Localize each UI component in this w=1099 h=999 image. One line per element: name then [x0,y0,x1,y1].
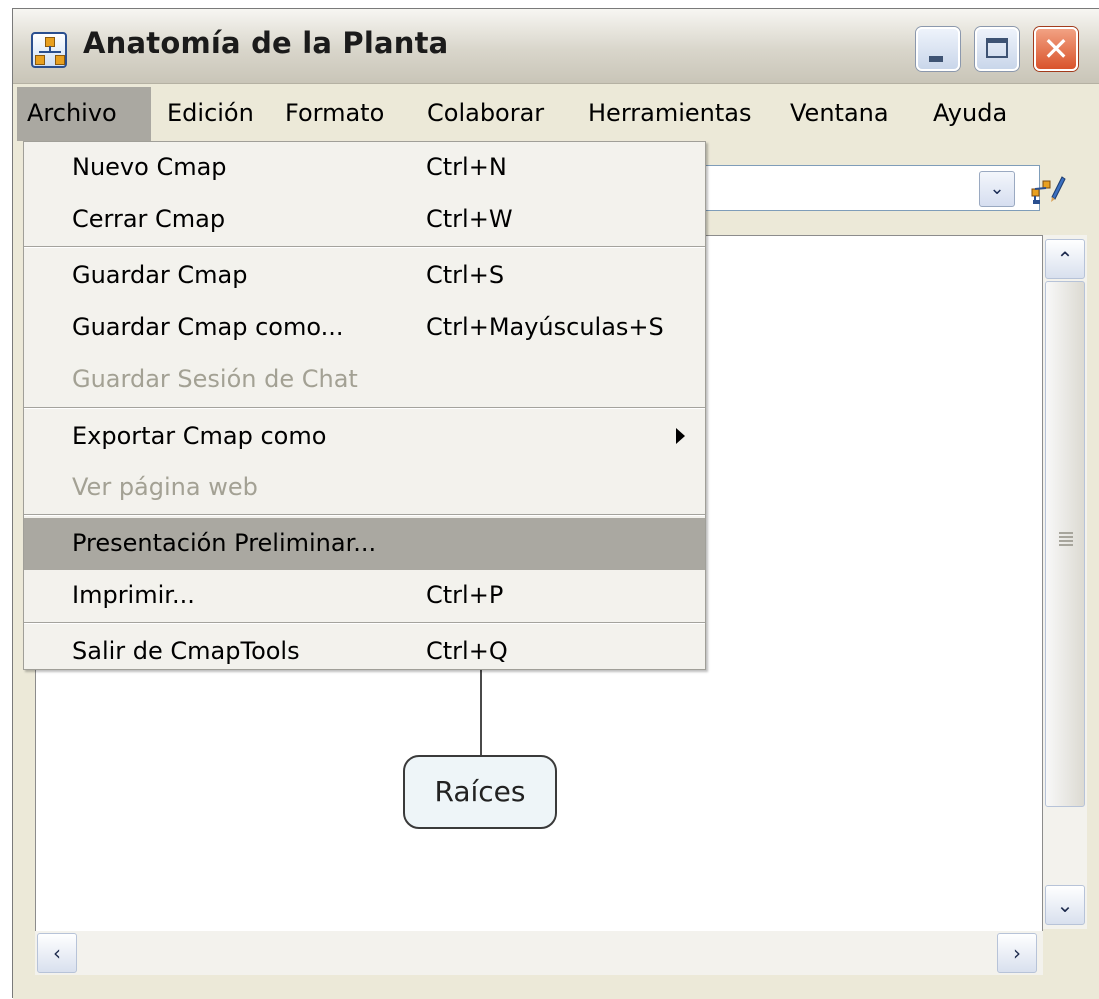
menuitem-guardar-cmap-como[interactable]: Guardar Cmap como... Ctrl+Mayúsculas+S [24,302,705,354]
menu-herramientas[interactable]: Herramientas [578,87,761,141]
grip-icon [1059,532,1073,546]
menuitem-label: Guardar Sesión de Chat [72,365,358,393]
menuitem-shortcut: Ctrl+S [426,261,505,289]
menuitem-shortcut: Ctrl+P [426,581,504,609]
menu-colaborar[interactable]: Colaborar [417,87,554,141]
vertical-scrollbar[interactable]: ⌃ ⌄ [1043,235,1087,929]
concept-node-raices[interactable]: Raíces [403,755,557,829]
menuitem-imprimir[interactable]: Imprimir... Ctrl+P [24,570,705,622]
edit-pencil-icon[interactable] [1030,167,1066,207]
menuitem-shortcut: Ctrl+Q [426,637,508,665]
chevron-down-icon[interactable]: ⌄ [979,171,1015,207]
menuitem-label: Salir de CmapTools [72,637,300,665]
maximize-icon [986,38,1008,58]
scroll-up-button[interactable]: ⌃ [1045,239,1085,279]
menuitem-salir[interactable]: Salir de CmapTools Ctrl+Q [24,626,705,678]
app-window: Anatomía de la Planta ✕ Archivo Edición … [12,8,1099,999]
title-bar[interactable]: Anatomía de la Planta ✕ [13,9,1099,84]
menuitem-label: Exportar Cmap como [72,422,327,450]
scroll-left-button[interactable]: ‹ [37,933,77,973]
menu-separator [24,407,705,409]
menuitem-guardar-cmap[interactable]: Guardar Cmap Ctrl+S [24,250,705,302]
menu-formato[interactable]: Formato [275,87,394,141]
menuitem-shortcut: Ctrl+N [426,153,507,181]
close-button[interactable]: ✕ [1034,27,1078,71]
menuitem-nuevo-cmap[interactable]: Nuevo Cmap Ctrl+N [24,142,705,194]
menu-ventana[interactable]: Ventana [780,87,899,141]
menu-ayuda[interactable]: Ayuda [923,87,1017,141]
menuitem-guardar-sesion-chat: Guardar Sesión de Chat [24,354,705,406]
menuitem-label: Imprimir... [72,581,195,609]
maximize-button[interactable] [975,27,1019,71]
scroll-down-button[interactable]: ⌄ [1045,885,1085,925]
menu-edicion[interactable]: Edición [157,87,264,141]
menuitem-label: Nuevo Cmap [72,153,227,181]
menuitem-cerrar-cmap[interactable]: Cerrar Cmap Ctrl+W [24,194,705,246]
submenu-arrow-icon [676,428,685,444]
menu-archivo[interactable]: Archivo [17,87,151,141]
window-title: Anatomía de la Planta [83,26,449,60]
menuitem-label: Cerrar Cmap [72,205,226,233]
minimize-icon [929,56,943,62]
menuitem-shortcut: Ctrl+W [426,205,513,233]
menuitem-exportar-cmap-como[interactable]: Exportar Cmap como [24,411,705,463]
menu-separator [24,514,705,516]
menuitem-shortcut: Ctrl+Mayúsculas+S [426,313,664,341]
menu-separator [24,622,705,624]
concept-map-icon[interactable] [31,32,67,68]
scroll-right-button[interactable]: › [997,933,1037,973]
menuitem-ver-pagina-web: Ver página web [24,462,705,514]
menuitem-presentacion-preliminar[interactable]: Presentación Preliminar... [24,518,705,570]
menuitem-label: Presentación Preliminar... [72,529,377,557]
minimize-button[interactable] [916,27,960,71]
vertical-scroll-thumb[interactable] [1045,281,1085,807]
archivo-dropdown-menu: Nuevo Cmap Ctrl+N Cerrar Cmap Ctrl+W Gua… [23,141,706,670]
menuitem-label: Ver página web [72,473,258,501]
close-icon: ✕ [1042,30,1070,68]
menuitem-label: Guardar Cmap como... [72,313,344,341]
menu-separator [24,246,705,248]
menuitem-label: Guardar Cmap [72,261,248,289]
menu-bar: Archivo Edición Formato Colaborar Herram… [13,87,1099,141]
horizontal-scrollbar[interactable]: ‹ › [35,931,1043,975]
scrollbar-corner [1043,931,1087,975]
